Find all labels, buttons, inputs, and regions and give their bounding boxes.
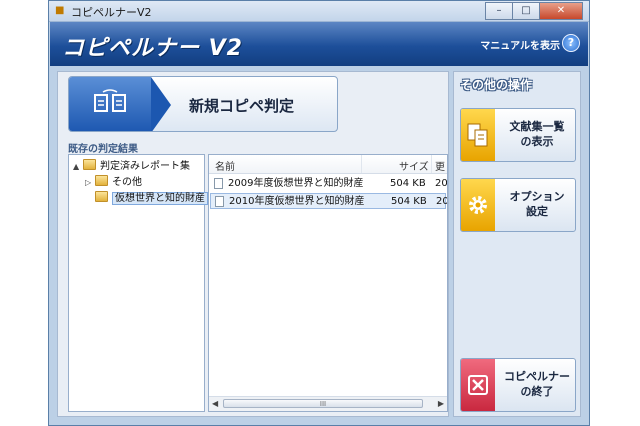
close-button[interactable]: ✕: [539, 2, 583, 20]
column-name[interactable]: 名前: [215, 158, 235, 173]
folder-icon: [83, 159, 96, 170]
tree-item-reports[interactable]: ▲ 判定済みレポート集: [73, 159, 190, 173]
app-logo: コピペルナー V2: [62, 36, 243, 61]
new-check-button[interactable]: 新規コピペ判定: [68, 76, 338, 132]
scroll-left-icon[interactable]: ◀: [212, 399, 218, 408]
file-list: 名前 サイズ 更 2009年度仮想世界と知的財産 504 KB 20 2010年…: [208, 154, 448, 412]
folder-icon: [95, 191, 108, 202]
scroll-thumb[interactable]: III: [223, 399, 423, 408]
documents-icon: [461, 109, 495, 161]
tree-item-other[interactable]: ▷ その他: [85, 175, 142, 189]
list-header: 名前 サイズ 更: [209, 155, 447, 174]
title-bar: ■ コピペルナーV2 – □ ✕: [49, 1, 589, 22]
main-panel: 新規コピペ判定 既存の判定結果 ▲ 判定済みレポート集 ▷ その他 仮想世界と知的財…: [57, 71, 449, 417]
file-icon: [214, 178, 223, 189]
results-tree: ▲ 判定済みレポート集 ▷ その他 仮想世界と知的財産: [68, 154, 208, 412]
other-operations-panel: その他の操作 文献集一覧 の表示 オプション 設定 コピペルナー の終了: [453, 71, 581, 417]
app-header: コピペルナー V2 マニュアルを表示 ?: [50, 22, 588, 66]
column-divider[interactable]: [431, 155, 432, 173]
gear-icon: [461, 179, 495, 231]
options-button[interactable]: オプション 設定: [460, 178, 576, 232]
column-date[interactable]: 更: [435, 158, 445, 173]
exit-icon: [461, 359, 495, 411]
horizontal-scrollbar[interactable]: ◀ III ▶: [209, 396, 447, 411]
app-icon: ■: [55, 5, 65, 16]
other-operations-title: その他の操作: [460, 78, 533, 92]
folder-icon: [95, 175, 108, 186]
compare-documents-icon: [93, 89, 129, 119]
column-size[interactable]: サイズ: [399, 158, 429, 173]
manual-link[interactable]: マニュアルを表示: [480, 37, 560, 52]
scroll-right-icon[interactable]: ▶: [438, 399, 444, 408]
collapse-icon[interactable]: ▲: [73, 160, 81, 174]
window-controls: – □ ✕: [485, 2, 583, 20]
list-item-selected[interactable]: 2010年度仮想世界と知的財産 504 KB 20: [210, 193, 447, 209]
file-icon: [215, 196, 224, 207]
minimize-button[interactable]: –: [485, 2, 513, 20]
column-divider[interactable]: [361, 155, 362, 173]
list-item[interactable]: 2009年度仮想世界と知的財産 504 KB 20: [210, 176, 447, 192]
existing-results-label: 既存の判定結果: [68, 144, 138, 155]
tree-item-virtual-world[interactable]: 仮想世界と知的財産: [95, 191, 208, 205]
maximize-button[interactable]: □: [512, 2, 540, 20]
new-check-label: 新規コピペ判定: [189, 97, 295, 115]
exit-button[interactable]: コピペルナー の終了: [460, 358, 576, 412]
document-list-button[interactable]: 文献集一覧 の表示: [460, 108, 576, 162]
app-window: ■ コピペルナーV2 – □ ✕ コピペルナー V2 マニュアルを表示 ? 新規…: [48, 0, 590, 426]
window-title: コピペルナーV2: [71, 6, 152, 19]
expand-icon[interactable]: ▷: [85, 176, 93, 190]
help-icon[interactable]: ?: [562, 34, 580, 52]
new-check-icon-bg: [69, 77, 171, 131]
